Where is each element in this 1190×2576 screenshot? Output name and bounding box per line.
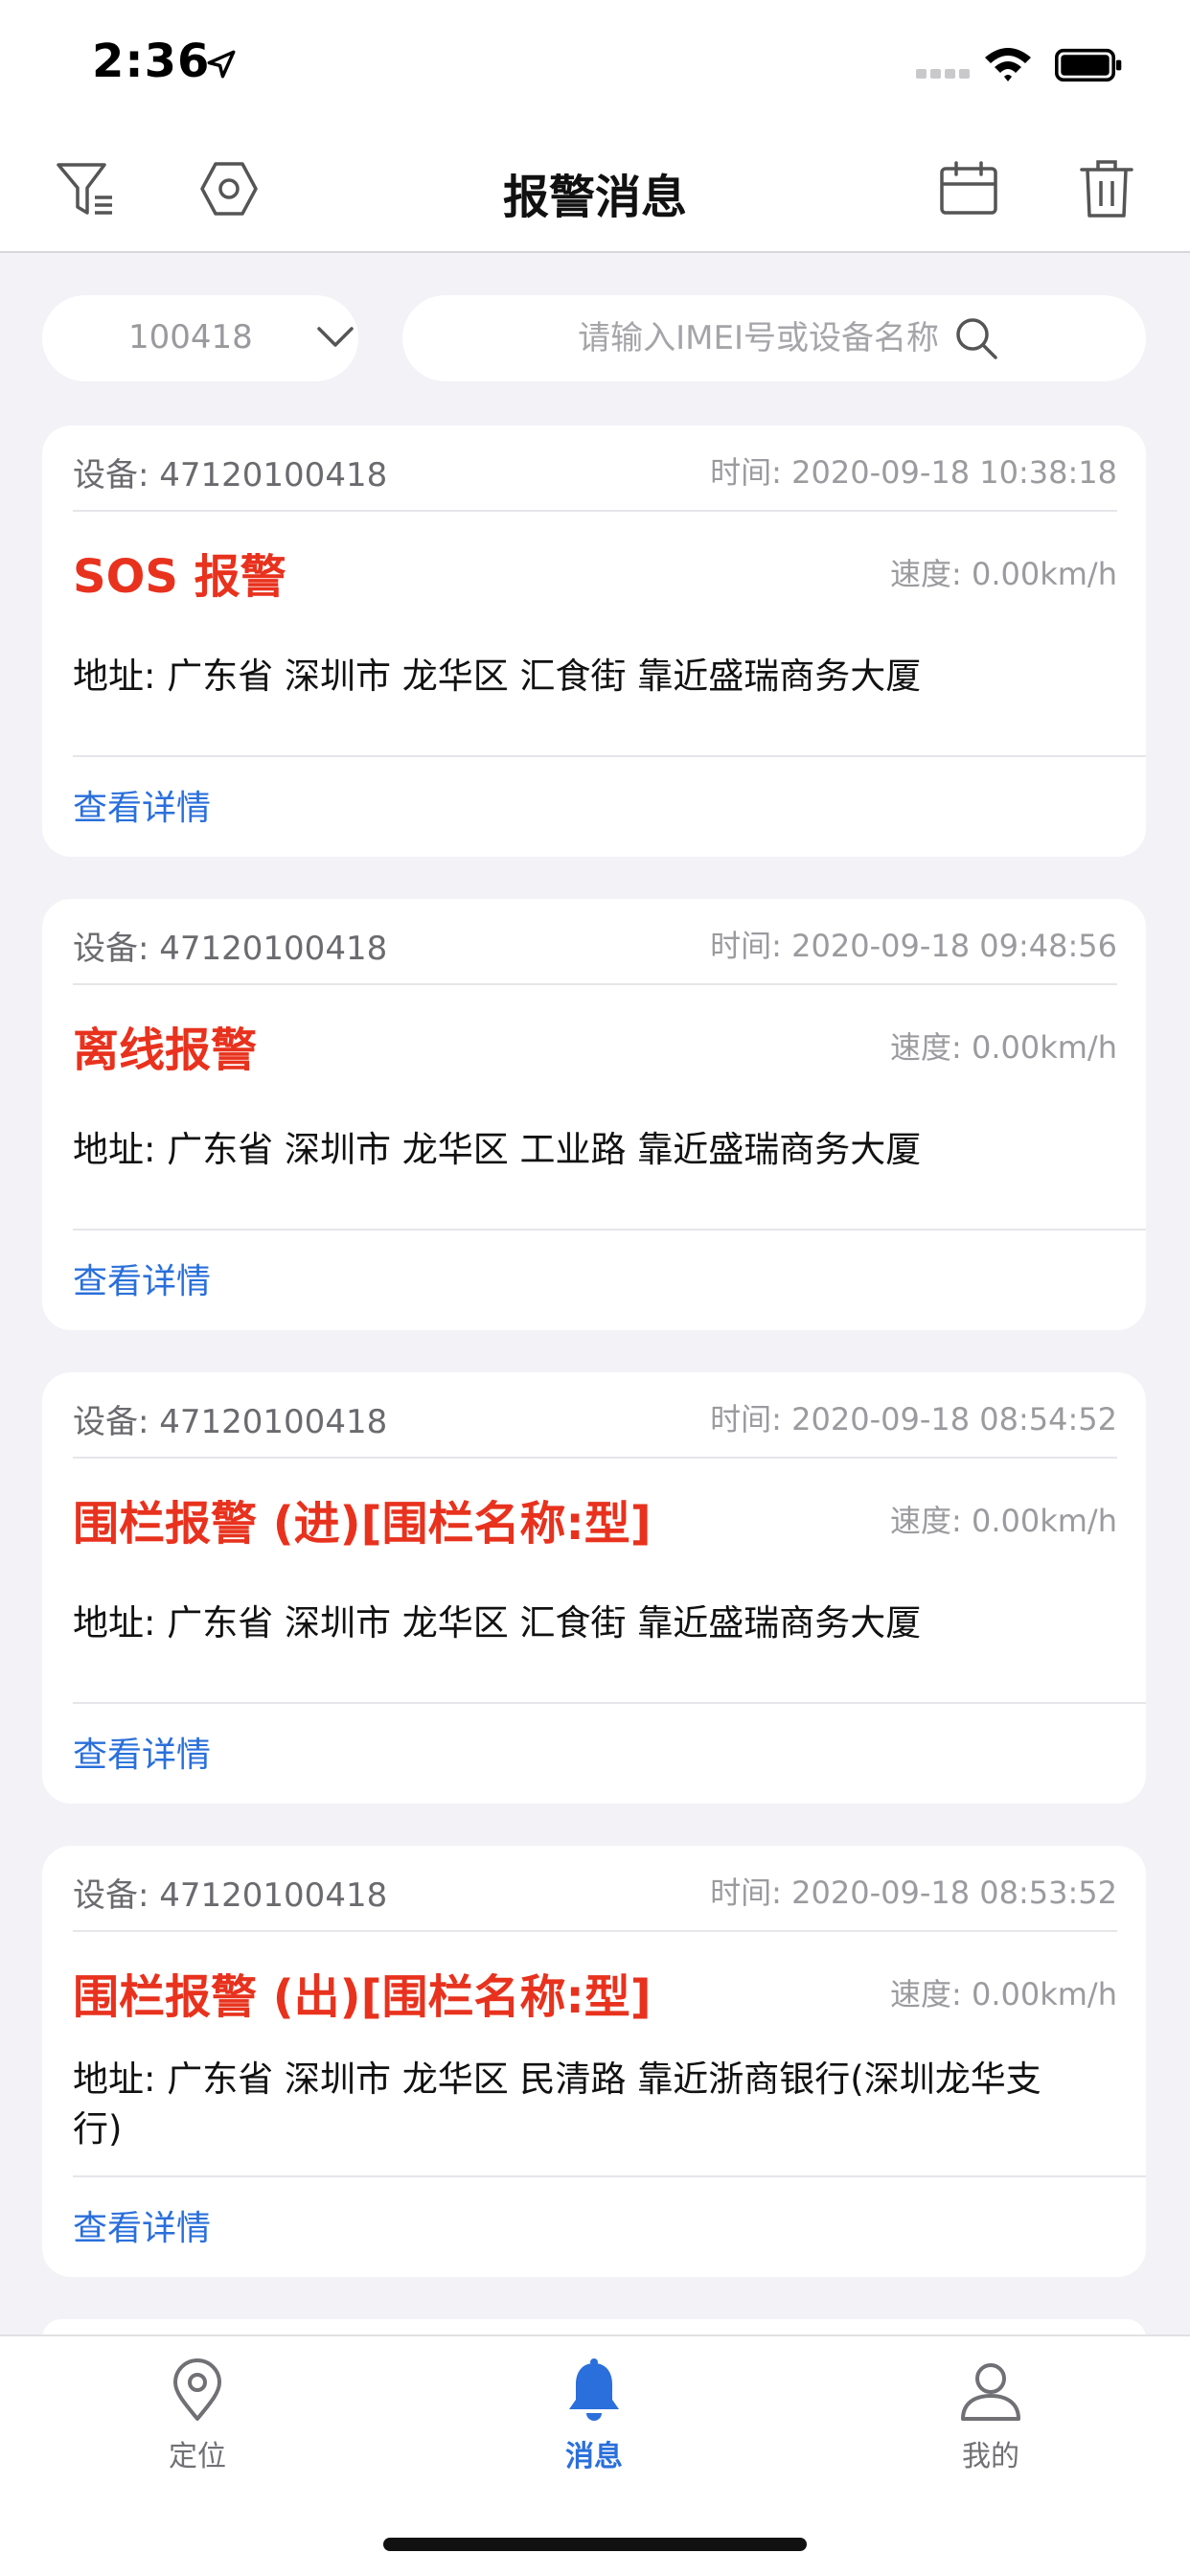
alarm-card-header: 设备: 47120100418 时间: 2020-09-18 08:54:52 [73,1372,1117,1459]
chevron-down-icon [317,327,354,347]
alarm-speed: 速度: 0.00km/h [890,1029,1117,1066]
alarm-time: 时间: 2020-09-18 08:53:52 [710,1874,1117,1911]
alarm-address: 地址: 广东省 深圳市 龙华区 工业路 靠近盛瑞商务大厦 [73,1129,922,1170]
alarm-card-header: 设备: 47120100418 时间: 2020-09-18 09:48:56 [73,899,1117,985]
calendar-button[interactable] [935,155,1002,222]
view-details-link[interactable]: 查看详情 [73,780,211,830]
device-dropdown[interactable]: 100418 [42,295,358,381]
tab-profile[interactable]: 我的 [895,2358,1087,2501]
battery-icon [1055,48,1122,82]
alarm-time: 时间: 2020-09-18 10:38:18 [710,454,1117,491]
divider [73,1229,1146,1230]
wifi-icon [985,48,1031,81]
delete-button[interactable] [1073,155,1140,222]
alarm-address: 地址: 广东省 深圳市 龙华区 民清路 靠近浙商银行(深圳龙华支行) [73,2058,1041,2150]
page-title: 报警消息 [502,171,687,224]
location-arrow-icon [207,50,236,79]
alarm-time: 时间: 2020-09-18 08:54:52 [710,1401,1117,1438]
alarm-card[interactable]: 设备: 47120100418 时间: 2020-09-18 08:54:52 … [42,1372,1146,1804]
alarm-card-header: 设备: 47120100418 时间: 2020-09-18 10:38:18 [73,426,1117,512]
bell-icon [569,2358,619,2421]
alarm-device: 设备: 47120100418 [73,456,388,494]
calendar-icon [940,161,997,215]
view-details-link[interactable]: 查看详情 [73,2200,211,2250]
alarm-device: 设备: 47120100418 [73,1876,388,1915]
alarm-title: 围栏报警 (出)[围栏名称:型] [73,1970,652,2024]
alarm-card[interactable]: 设备: 47120100418 时间: 2020-09-18 09:48:56 … [42,899,1146,1330]
alarm-title: SOS 报警 [73,550,286,604]
location-pin-icon [173,2358,221,2421]
tab-messages[interactable]: 消息 [498,2358,690,2501]
alarm-time: 时间: 2020-09-18 09:48:56 [710,928,1117,964]
alarm-address: 地址: 广东省 深圳市 龙华区 汇食街 靠近盛瑞商务大厦 [73,656,922,697]
alarm-device: 设备: 47120100418 [73,930,388,968]
search-box[interactable] [402,295,1146,381]
user-icon [961,2363,1020,2421]
divider [73,1702,1146,1704]
view-details-link[interactable]: 查看详情 [73,1727,211,1777]
alarm-card-header: 设备: 47120100418 时间: 2020-09-18 08:53:52 [73,1846,1117,1932]
home-indicator[interactable] [383,2538,807,2551]
search-input[interactable] [441,310,939,366]
divider [73,755,1146,757]
cellular-signal-icon [916,69,970,80]
alarm-address: 地址: 广东省 深圳市 龙华区 汇食街 靠近盛瑞商务大厦 [73,1602,922,1644]
tab-location-label: 定位 [169,2440,226,2473]
tab-profile-label: 我的 [962,2440,1019,2473]
tab-messages-label: 消息 [565,2440,623,2473]
alarm-card[interactable]: 设备: 47120100418 时间: 2020-09-18 08:53:52 … [42,1846,1146,2277]
alarm-speed: 速度: 0.00km/h [890,556,1117,592]
status-bar: 2:36 [0,0,1190,126]
trash-icon [1080,160,1133,218]
tab-location[interactable]: 定位 [102,2358,293,2501]
device-dropdown-value: 100418 [128,318,253,356]
search-icon[interactable] [954,316,998,360]
divider [73,2175,1146,2177]
alarm-speed: 速度: 0.00km/h [890,1503,1117,1539]
alarm-messages-screen: 2:36 报警消息 100418 请输入IMEI号或设备名称 设备: 47120… [0,0,1190,2576]
alarm-speed: 速度: 0.00km/h [890,1976,1117,2012]
filter-row: 100418 [0,295,1190,383]
alarm-device: 设备: 47120100418 [73,1403,388,1441]
alarm-title: 离线报警 [73,1024,258,1077]
alarm-card[interactable]: 设备: 47120100418 时间: 2020-09-18 10:38:18 … [42,426,1146,857]
view-details-link[interactable]: 查看详情 [73,1254,211,1303]
nav-header: 报警消息 [0,126,1190,253]
status-time: 2:36 [92,34,211,88]
alarm-title: 围栏报警 (进)[围栏名称:型] [73,1497,652,1551]
